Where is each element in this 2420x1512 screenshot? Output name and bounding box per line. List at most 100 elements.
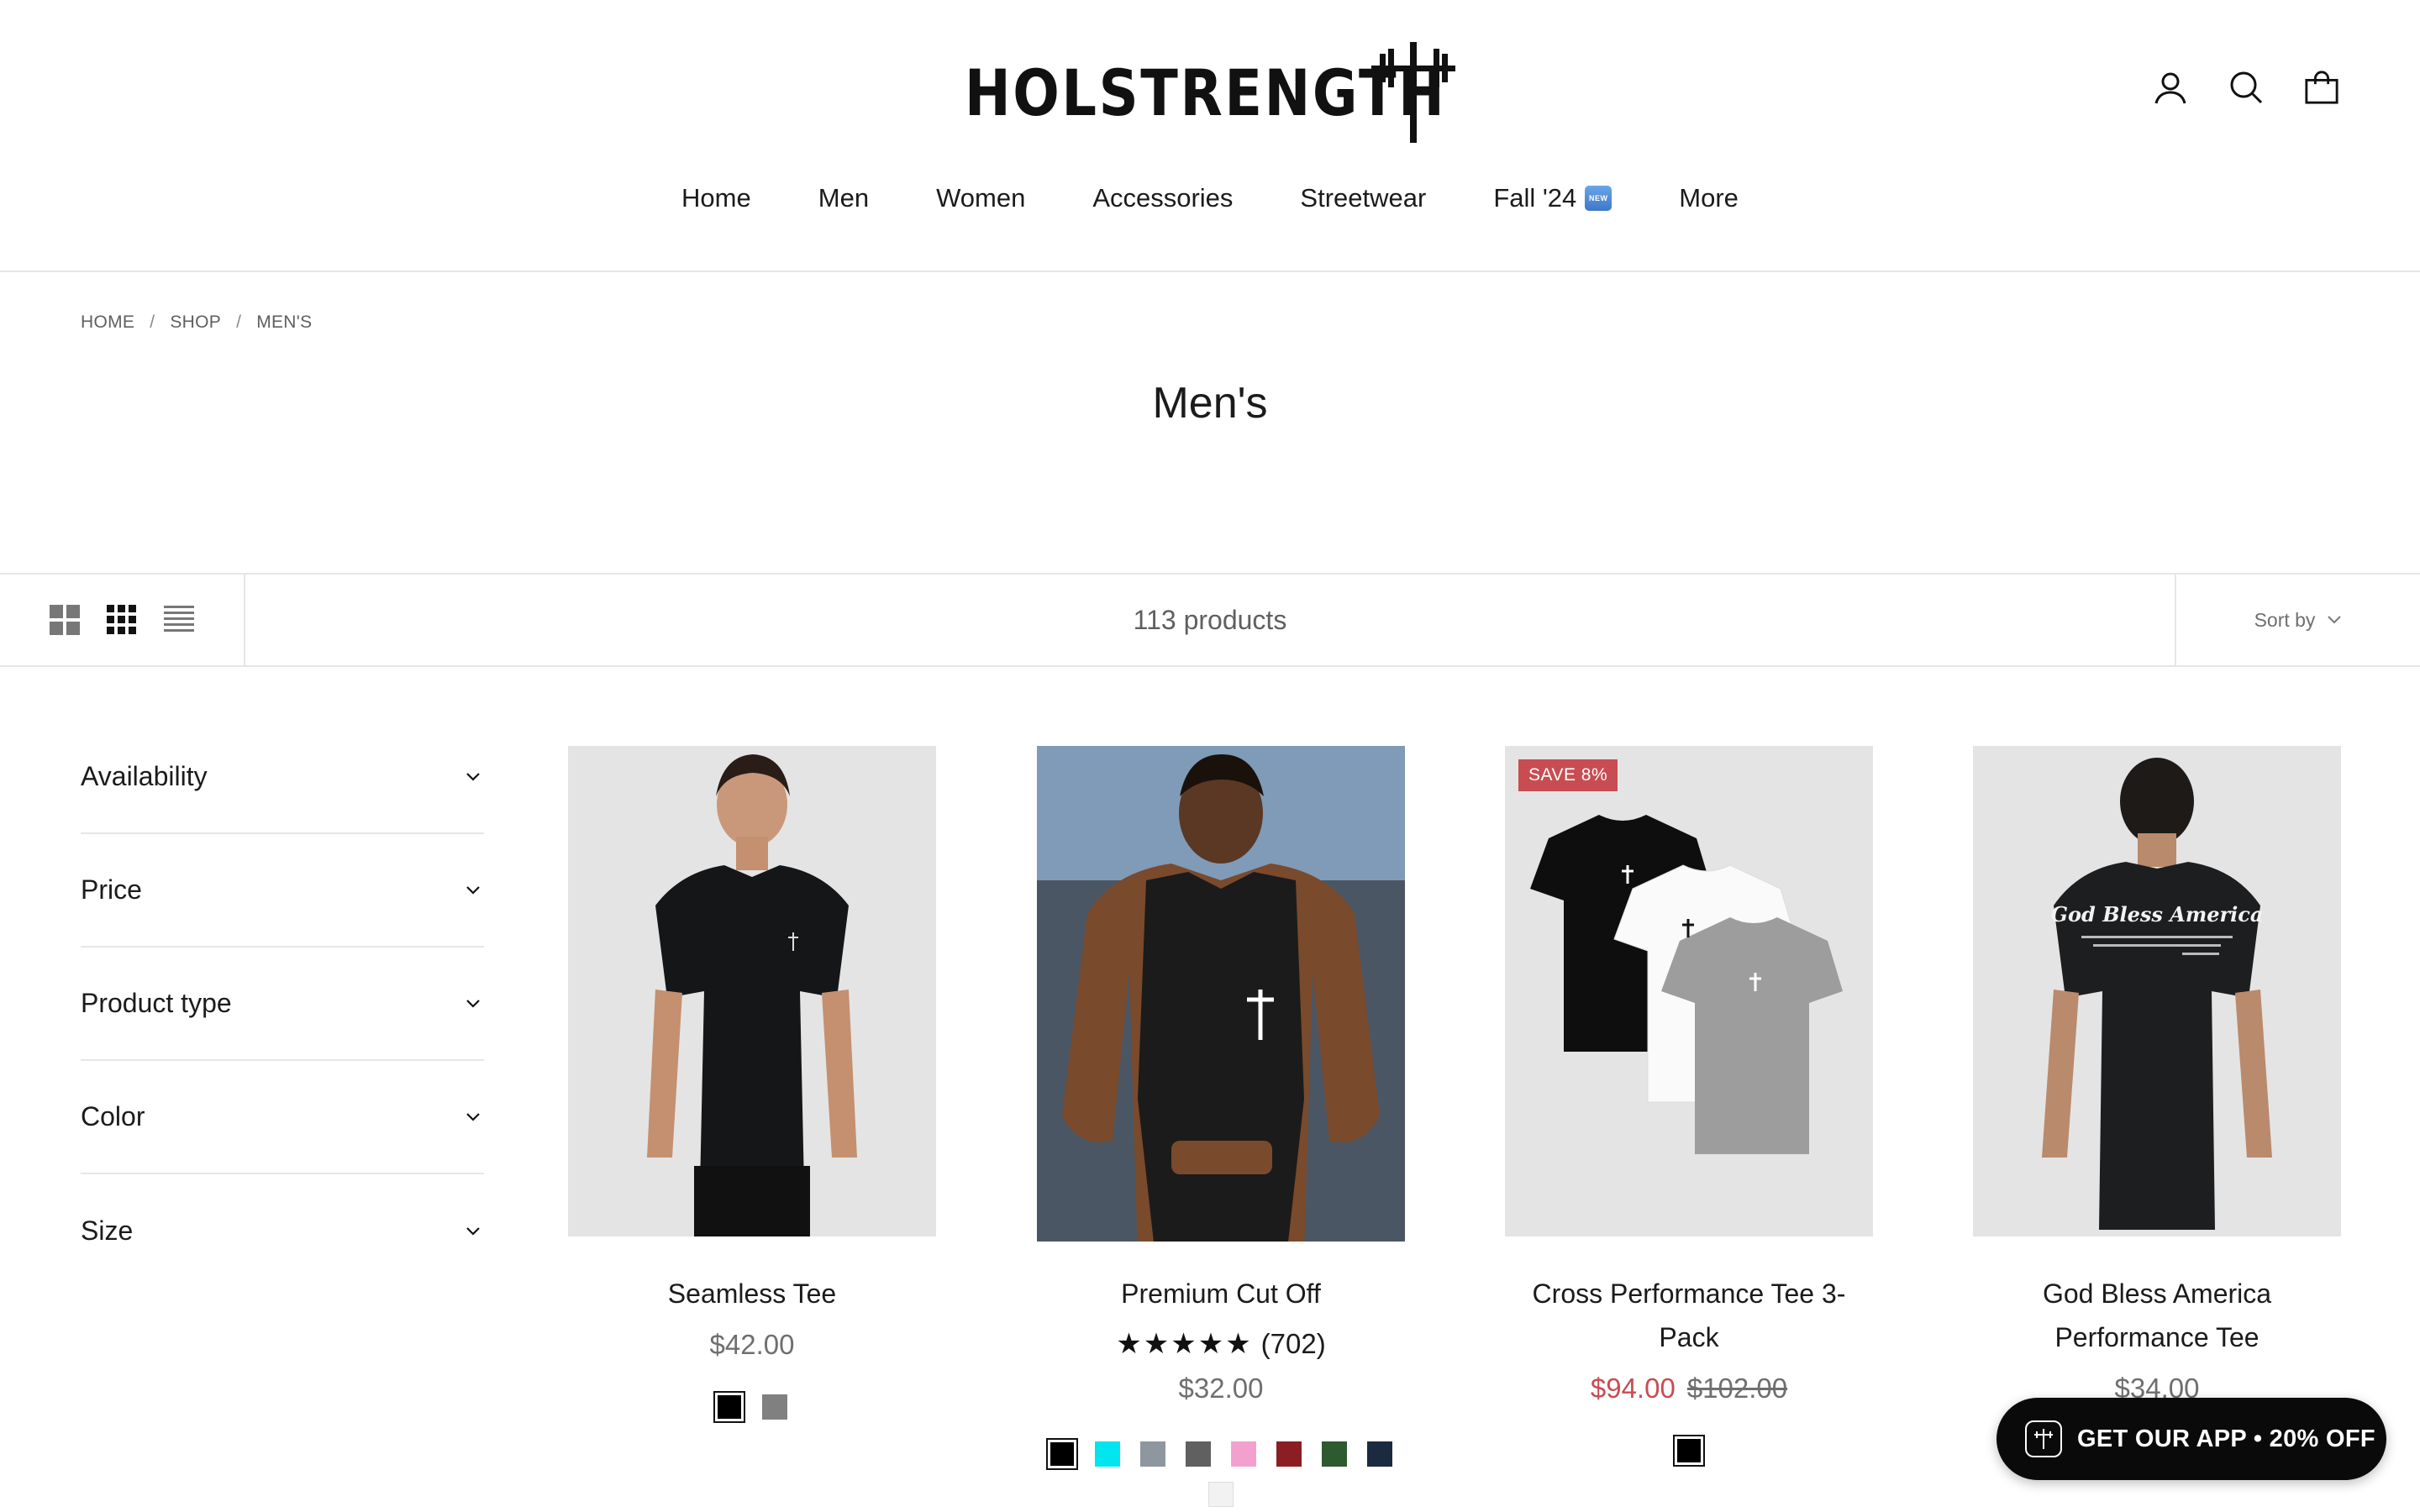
- color-swatch-cyan[interactable]: [1092, 1438, 1123, 1470]
- nav-women-label: Women: [936, 183, 1026, 213]
- product-title[interactable]: God Bless America Performance Tee: [1973, 1272, 2341, 1359]
- chevron-down-icon: [466, 1226, 480, 1236]
- barbell-cross-logo-icon: [1371, 42, 1455, 143]
- list-view-icon[interactable]: [163, 604, 195, 636]
- sale-price: $94.00: [1590, 1373, 1676, 1404]
- product-card: God Bless America God Bless America Perf…: [1973, 746, 2341, 1404]
- color-swatch-black[interactable]: [1673, 1435, 1705, 1467]
- product-image[interactable]: [568, 746, 936, 1236]
- grid-4-view-icon[interactable]: [106, 604, 138, 636]
- chevron-down-icon: [466, 772, 480, 781]
- sort-by-label: Sort by: [2254, 608, 2316, 631]
- filter-availability[interactable]: Availability: [81, 721, 484, 834]
- color-swatch-charcoal[interactable]: [1182, 1438, 1214, 1470]
- nav-fall-24[interactable]: Fall '24 NEW: [1460, 183, 1645, 213]
- shirt-print-title: God Bless America: [2050, 902, 2264, 927]
- breadcrumb-shop[interactable]: SHOP: [170, 312, 221, 333]
- product-price: $94.00 $102.00: [1505, 1373, 1873, 1404]
- layout-switcher: [0, 575, 245, 665]
- shirt-print-verse: [2081, 936, 2233, 955]
- chevron-down-icon: [466, 885, 480, 895]
- product-image[interactable]: SAVE 8%: [1505, 746, 1873, 1236]
- god-bless-america-tee-image: [1973, 746, 2341, 1236]
- filter-product-type[interactable]: Product type: [81, 948, 484, 1061]
- brand-logo[interactable]: HOLSTRENGTH: [965, 42, 1525, 143]
- site-header: HOLSTRENGTH Home Men Women Accessories S…: [0, 0, 2420, 272]
- product-title[interactable]: Premium Cut Off: [1037, 1272, 1405, 1315]
- nav-more-label: More: [1679, 183, 1739, 213]
- color-swatch-pink[interactable]: [1228, 1438, 1260, 1470]
- color-swatch-green[interactable]: [1318, 1438, 1350, 1470]
- breadcrumb: HOME / SHOP / MEN'S: [81, 312, 312, 333]
- product-image[interactable]: [1037, 746, 1405, 1242]
- search-icon[interactable]: [2228, 69, 2264, 106]
- product-count: 113 products: [1133, 605, 1287, 635]
- product-image[interactable]: God Bless America: [1973, 746, 2341, 1236]
- cart-icon[interactable]: [2304, 69, 2339, 106]
- nav-men-label: Men: [818, 183, 870, 213]
- account-icon[interactable]: [2153, 69, 2188, 106]
- color-swatch-navy[interactable]: [1364, 1438, 1396, 1470]
- nav-streetwear-label: Streetwear: [1300, 183, 1427, 213]
- filter-price[interactable]: Price: [81, 834, 484, 948]
- filter-label: Product type: [81, 988, 232, 1018]
- breadcrumb-home[interactable]: HOME: [81, 312, 134, 333]
- nav-accessories[interactable]: Accessories: [1059, 183, 1266, 213]
- save-badge: SAVE 8%: [1518, 759, 1618, 791]
- filter-label: Availability: [81, 761, 208, 791]
- sort-by-dropdown[interactable]: Sort by: [2175, 575, 2420, 665]
- nav-men[interactable]: Men: [785, 183, 902, 213]
- star-rating-icon: ★★★★★: [1116, 1328, 1253, 1360]
- product-price: $32.00: [1178, 1373, 1264, 1404]
- product-title[interactable]: Seamless Tee: [568, 1272, 936, 1315]
- product-price: $42.00: [709, 1329, 795, 1360]
- new-badge-icon: NEW: [1585, 186, 1612, 211]
- header-icons: [2153, 69, 2339, 106]
- app-logo-icon: [2025, 1420, 2062, 1457]
- app-promo-label: GET OUR APP • 20% OFF: [2077, 1425, 2375, 1452]
- nav-home-label: Home: [681, 183, 751, 213]
- chevron-down-icon: [466, 999, 480, 1008]
- filter-label: Color: [81, 1101, 145, 1131]
- filter-label: Price: [81, 874, 142, 905]
- color-swatch-gray[interactable]: [759, 1391, 791, 1423]
- app-promo-button[interactable]: GET OUR APP • 20% OFF: [1996, 1398, 2386, 1480]
- product-rating: ★★★★★ (702): [1037, 1327, 1405, 1361]
- filter-sidebar: Availability Price Product type Color Si…: [81, 721, 484, 1288]
- main-nav: Home Men Women Accessories Streetwear Fa…: [0, 183, 2420, 213]
- color-swatch-slate[interactable]: [1137, 1438, 1169, 1470]
- page-title: Men's: [1152, 379, 1268, 428]
- color-swatch-white[interactable]: [1205, 1478, 1237, 1510]
- nav-more[interactable]: More: [1645, 183, 1772, 213]
- nav-accessories-label: Accessories: [1092, 183, 1234, 213]
- model-cut-off-image: [1037, 746, 1405, 1242]
- color-swatches: [568, 1391, 936, 1423]
- nav-fall-24-label: Fall '24: [1493, 183, 1577, 213]
- breadcrumb-separator: /: [236, 312, 242, 332]
- breadcrumb-current: MEN'S: [256, 312, 313, 332]
- color-swatch-maroon[interactable]: [1273, 1438, 1305, 1470]
- product-card: Premium Cut Off ★★★★★ (702) $32.00: [1037, 746, 1405, 1510]
- chevron-down-icon: [466, 1112, 480, 1121]
- color-swatch-black[interactable]: [1046, 1438, 1078, 1470]
- color-swatch-black[interactable]: [713, 1391, 745, 1423]
- compare-at-price: $102.00: [1686, 1373, 1788, 1404]
- nav-women[interactable]: Women: [902, 183, 1059, 213]
- filter-color[interactable]: Color: [81, 1061, 484, 1174]
- grid-2-view-icon[interactable]: [49, 604, 81, 636]
- model-black-tee-image: [568, 746, 936, 1236]
- nav-home[interactable]: Home: [648, 183, 785, 213]
- chevron-down-icon: [2328, 616, 2342, 624]
- product-title[interactable]: Cross Performance Tee 3-Pack: [1505, 1272, 1873, 1359]
- color-swatches: [1505, 1435, 1873, 1467]
- product-card: SAVE 8% Cross Performance Tee 3-Pack $94…: [1505, 746, 1873, 1467]
- breadcrumb-separator: /: [150, 312, 155, 332]
- tee-3-pack-image: [1505, 746, 1873, 1236]
- rating-count: (702): [1260, 1328, 1326, 1359]
- collection-toolbar: 113 products Sort by: [0, 573, 2420, 667]
- color-swatches: [1044, 1438, 1397, 1510]
- product-card: Seamless Tee $42.00: [568, 746, 936, 1423]
- nav-streetwear[interactable]: Streetwear: [1266, 183, 1460, 213]
- filter-label: Size: [81, 1215, 134, 1246]
- filter-size[interactable]: Size: [81, 1174, 484, 1288]
